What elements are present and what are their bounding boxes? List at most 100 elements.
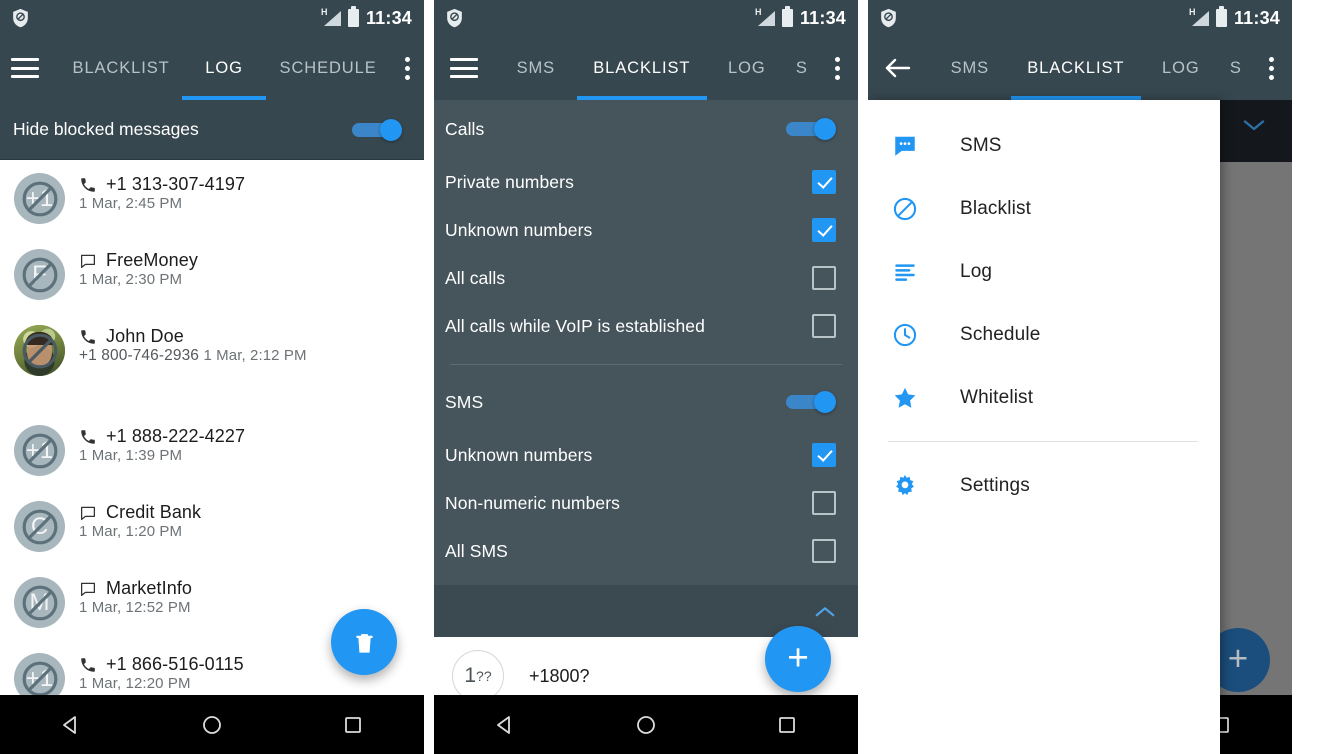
option-checkbox[interactable]	[812, 266, 836, 290]
tab-blacklist[interactable]: BLACKLIST	[576, 36, 707, 100]
tab-blacklist[interactable]: BLACKLIST	[60, 36, 182, 100]
hamburger-menu-button[interactable]	[0, 36, 50, 100]
tab-bar: SMS BLACKLIST LOG S	[929, 36, 1251, 100]
sms-group-toggle[interactable]	[786, 391, 836, 413]
option-checkbox[interactable]	[812, 314, 836, 338]
hamburger-menu-icon	[11, 58, 40, 78]
sms-bubble-icon	[892, 133, 918, 159]
drawer-item-sms[interactable]: SMS	[868, 114, 1220, 177]
drawer-item-schedule[interactable]: Schedule	[868, 303, 1220, 366]
status-bar-left	[10, 7, 31, 29]
calls-group-toggle[interactable]	[786, 118, 836, 140]
option-all-calls[interactable]: All calls	[434, 254, 858, 302]
chevron-up-icon	[815, 606, 835, 616]
tab-sms[interactable]: SMS	[929, 36, 1011, 100]
avatar: C	[14, 501, 65, 552]
log-item[interactable]: C Credit Bank 1 Mar, 1:20 PM	[0, 488, 424, 564]
log-item-text: John Doe +1 800-746-2936 1 Mar, 2:12 PM	[65, 325, 307, 365]
log-item-title: +1 866-516-0115	[106, 654, 244, 674]
filter-settings-card: Calls Private numbers Unknown numbers Al…	[434, 100, 858, 637]
add-fab-button[interactable]: +	[765, 626, 831, 692]
tab-log[interactable]: LOG	[707, 36, 787, 100]
log-item-title-row: +1 866-516-0115	[79, 654, 244, 675]
tab-log[interactable]: LOG	[1141, 36, 1221, 100]
drawer-item-log[interactable]: Log	[868, 240, 1220, 303]
delete-fab-button[interactable]	[331, 609, 397, 675]
drawer-item-label: Blacklist	[960, 197, 1032, 219]
option-checkbox[interactable]	[812, 443, 836, 467]
tab-schedule-truncated[interactable]: S	[787, 36, 817, 100]
card-bottom-spacer	[434, 575, 858, 585]
phone-screen-navigation-drawer: H 11:34 SMS BLACKLIST LOG S + SMS Blackl…	[868, 0, 1292, 754]
blocked-icon	[22, 257, 57, 292]
toggle-knob	[814, 391, 836, 413]
drawer-item-label: Settings	[960, 474, 1030, 496]
calls-group-header[interactable]: Calls	[434, 100, 858, 158]
option-checkbox[interactable]	[812, 539, 836, 563]
option-unknown-numbers-calls[interactable]: Unknown numbers	[434, 206, 858, 254]
option-all-sms[interactable]: All SMS	[434, 527, 858, 575]
nav-back-button[interactable]	[47, 701, 95, 749]
blocked-icon	[22, 181, 57, 216]
three-phone-screenshots: H 11:34 BLACKLIST LOG SCHEDULE Hide bloc…	[0, 0, 1329, 754]
nav-back-button[interactable]	[481, 701, 529, 749]
toggle-knob	[380, 118, 402, 141]
chevron-down-icon	[1243, 120, 1265, 131]
log-item[interactable]: F FreeMoney 1 Mar, 2:30 PM	[0, 236, 424, 312]
nav-recents-button[interactable]	[763, 701, 811, 749]
sms-group-header[interactable]: SMS	[434, 373, 858, 431]
status-bar-right: H 11:34	[755, 6, 846, 29]
app-bar: SMS BLACKLIST LOG S	[434, 36, 858, 100]
home-circle-icon	[637, 715, 655, 734]
avatar: +1	[14, 425, 65, 476]
log-item-time: 1 Mar, 1:20 PM	[79, 523, 183, 540]
log-item-title-row: FreeMoney	[79, 250, 198, 271]
nav-home-button[interactable]	[188, 701, 236, 749]
drawer-item-whitelist[interactable]: Whitelist	[868, 366, 1220, 429]
recents-square-icon	[779, 716, 796, 733]
back-button[interactable]	[868, 36, 929, 100]
back-arrow-icon	[886, 58, 911, 78]
log-item-number: +1 800-746-2936	[79, 347, 200, 364]
signal-h-icon: H	[755, 7, 775, 27]
tab-schedule-truncated[interactable]: S	[1221, 36, 1251, 100]
pattern-badge-main: 1	[464, 664, 477, 687]
hide-blocked-messages-row[interactable]: Hide blocked messages	[0, 100, 424, 160]
option-label: Private numbers	[445, 171, 574, 192]
hamburger-menu-button[interactable]	[434, 36, 495, 100]
android-nav-bar	[434, 695, 858, 754]
log-item-title: +1 313-307-4197	[106, 174, 246, 194]
log-item-text: MarketInfo 1 Mar, 12:52 PM	[65, 577, 192, 617]
option-checkbox[interactable]	[812, 218, 836, 242]
option-non-numeric-numbers[interactable]: Non-numeric numbers	[434, 479, 858, 527]
drawer-item-settings[interactable]: Settings	[868, 454, 1220, 517]
option-private-numbers[interactable]: Private numbers	[434, 158, 858, 206]
overflow-menu-icon[interactable]	[390, 36, 424, 100]
log-item[interactable]: John Doe +1 800-746-2936 1 Mar, 2:12 PM	[0, 312, 424, 412]
drawer-divider	[888, 441, 1198, 442]
log-item-time: 1 Mar, 2:30 PM	[79, 271, 183, 288]
log-item[interactable]: +1 +1 888-222-4227 1 Mar, 1:39 PM	[0, 412, 424, 488]
pattern-badge-sub: ??	[476, 668, 492, 684]
nav-recents-button[interactable]	[329, 701, 377, 749]
overflow-menu-icon[interactable]	[1251, 36, 1292, 100]
drawer-item-label: Schedule	[960, 323, 1041, 345]
log-item-text: +1 313-307-4197 1 Mar, 2:45 PM	[65, 173, 245, 213]
overflow-menu-icon[interactable]	[817, 36, 858, 100]
blacklist-body: Calls Private numbers Unknown numbers Al…	[434, 100, 858, 754]
option-checkbox[interactable]	[812, 170, 836, 194]
option-checkbox[interactable]	[812, 491, 836, 515]
nav-home-button[interactable]	[622, 701, 670, 749]
log-item[interactable]: +1 +1 313-307-4197 1 Mar, 2:45 PM	[0, 160, 424, 236]
status-bar-clock: 11:34	[365, 7, 412, 28]
drawer-item-blacklist[interactable]: Blacklist	[868, 177, 1220, 240]
tab-schedule[interactable]: SCHEDULE	[266, 36, 390, 100]
tab-log[interactable]: LOG	[182, 36, 267, 100]
hide-blocked-messages-toggle[interactable]	[352, 118, 402, 141]
home-circle-icon	[203, 715, 221, 734]
tab-sms[interactable]: SMS	[495, 36, 577, 100]
log-item-time: 1 Mar, 2:45 PM	[79, 195, 183, 212]
option-unknown-numbers-sms[interactable]: Unknown numbers	[434, 431, 858, 479]
option-all-calls-voip[interactable]: All calls while VoIP is established	[434, 302, 858, 350]
tab-blacklist[interactable]: BLACKLIST	[1010, 36, 1141, 100]
